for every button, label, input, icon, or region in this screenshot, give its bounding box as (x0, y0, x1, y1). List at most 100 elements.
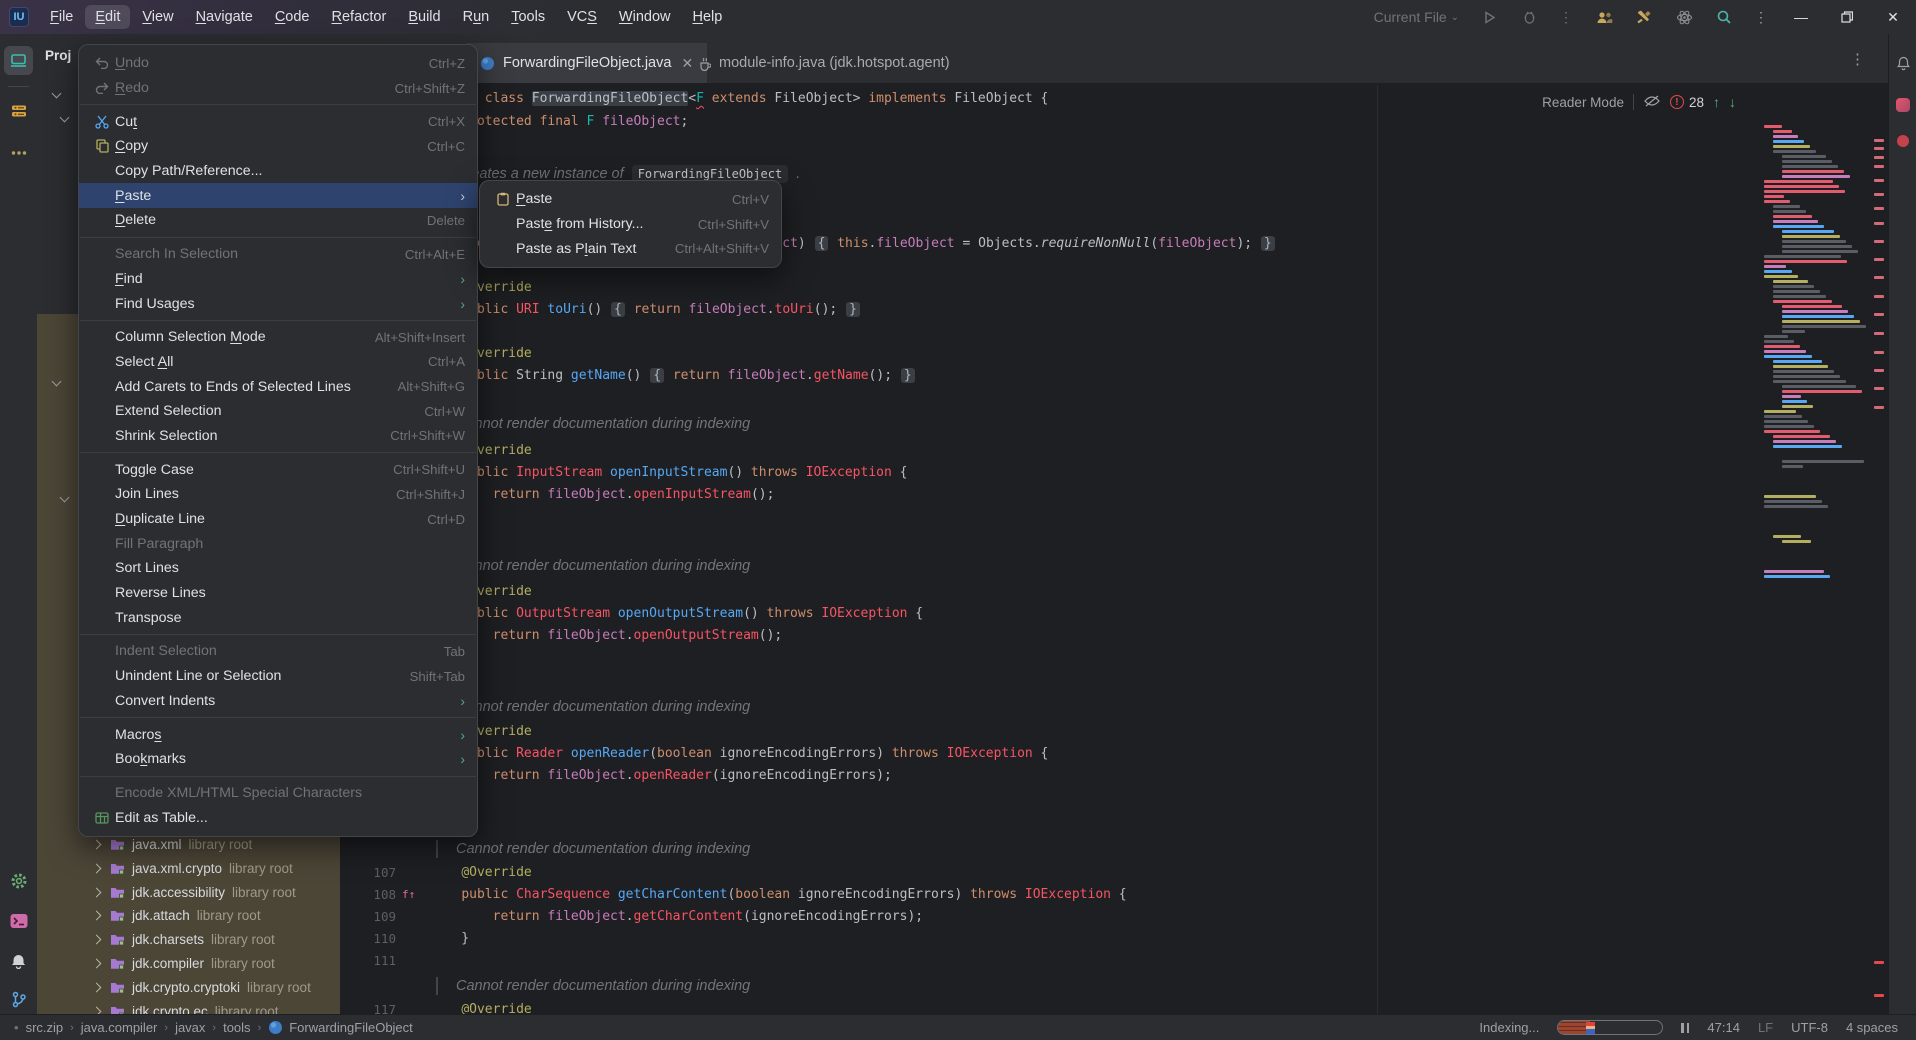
menubar-item-file[interactable]: File (40, 5, 83, 29)
alarm-toolwindow-icon[interactable] (4, 946, 33, 975)
tree-collapse-chevron[interactable] (92, 839, 102, 849)
menubar-item-code[interactable]: Code (265, 5, 320, 29)
edit-menu-item-reverse-lines[interactable]: Reverse Lines (79, 581, 477, 606)
menubar-item-tools[interactable]: Tools (501, 5, 555, 29)
project-toolwindow-icon[interactable] (4, 46, 33, 75)
git-toolwindow-icon[interactable] (4, 985, 33, 1014)
edit-menu-item-extend-selection[interactable]: Extend SelectionCtrl+W (79, 399, 477, 424)
indexing-progress-bar[interactable] (1557, 1020, 1663, 1035)
edit-menu-item-copy-path-reference...[interactable]: Copy Path/Reference... (79, 159, 477, 184)
commit-toolwindow-icon[interactable] (4, 96, 33, 125)
caret-position[interactable]: 47:14 (1707, 1020, 1740, 1035)
edit-menu-item-copy[interactable]: CopyCtrl+C (79, 134, 477, 159)
paste-submenu-item-paste[interactable]: PasteCtrl+V (480, 187, 781, 212)
line-number[interactable]: 111 (340, 950, 396, 972)
window-restore-button[interactable] (1824, 0, 1870, 34)
doc-comment-line[interactable]: Cannot render documentation during index… (436, 838, 750, 860)
tree-collapse-chevron[interactable] (92, 863, 102, 873)
code-line[interactable]: public OutputStream openOutputStream() t… (430, 603, 923, 625)
menubar-item-edit[interactable]: Edit (85, 5, 130, 29)
tree-collapse-chevron[interactable] (92, 934, 102, 944)
code-line[interactable]: public URI toUri() { return fileObject.t… (430, 299, 861, 321)
edit-menu-item-column-selection-mode[interactable]: Column Selection ModeAlt+Shift+Insert (79, 325, 477, 350)
encoding-indicator[interactable]: UTF-8 (1791, 1020, 1828, 1035)
edit-menu-item-macros[interactable]: Macros› (79, 722, 477, 747)
run-more-icon[interactable]: ⋮ (1559, 9, 1574, 26)
code-line[interactable]: public String getName() { return fileObj… (430, 365, 916, 387)
menubar-item-build[interactable]: Build (398, 5, 450, 29)
edit-menu-item-join-lines[interactable]: Join LinesCtrl+Shift+J (79, 482, 477, 507)
search-everywhere-icon[interactable] (1713, 9, 1735, 25)
code-line[interactable]: public CharSequence getCharContent(boole… (430, 884, 1127, 906)
edit-menu-item-bookmarks[interactable]: Bookmarks› (79, 747, 477, 772)
tab-options-icon[interactable]: ⋮ (1850, 50, 1866, 68)
plugin-atom-icon[interactable] (1673, 9, 1695, 26)
indent-indicator[interactable]: 4 spaces (1846, 1020, 1898, 1035)
menubar-item-window[interactable]: Window (609, 5, 681, 29)
line-number[interactable]: 107 (340, 862, 396, 884)
code-line[interactable]: } (430, 928, 469, 950)
error-stripe-scrollbar[interactable] (1874, 125, 1886, 1014)
problems-indicator-icon[interactable] (1894, 132, 1912, 150)
tree-collapse-chevron[interactable] (92, 887, 102, 897)
edit-menu-item-add-carets-to-ends-of-selected-lines[interactable]: Add Carets to Ends of Selected LinesAlt+… (79, 374, 477, 399)
edit-menu-item-sort-lines[interactable]: Sort Lines (79, 556, 477, 581)
code-line[interactable]: public class ForwardingFileObject<F exte… (430, 88, 1048, 110)
tree-collapse-chevron[interactable] (92, 1006, 102, 1014)
edit-menu-item-find-usages[interactable]: Find Usages› (79, 291, 477, 316)
tree-item-java.xml.crypto[interactable]: java.xml.cryptolibrary root (37, 856, 340, 880)
line-ending-indicator[interactable]: LF (1758, 1020, 1773, 1035)
run-config-selector[interactable]: Current File ⌄ (1374, 9, 1459, 25)
tree-expand-chevron[interactable] (60, 113, 70, 123)
overriding-method-gutter-icon[interactable]: f↑ (402, 884, 415, 906)
code-line[interactable]: public Reader openReader(boolean ignoreE… (430, 743, 1048, 765)
minimap[interactable] (1764, 125, 1870, 645)
notifications-bell-icon[interactable] (1894, 54, 1912, 72)
tree-expand-chevron[interactable] (52, 89, 62, 99)
code-line[interactable]: return fileObject.openInputStream(); (430, 484, 774, 506)
tree-collapse-chevron[interactable] (92, 982, 102, 992)
code-with-me-icon[interactable] (1593, 10, 1615, 25)
edit-menu-item-unindent-line-or-selection[interactable]: Unindent Line or SelectionShift+Tab (79, 664, 477, 689)
edit-menu-item-select-all[interactable]: Select AllCtrl+A (79, 350, 477, 375)
pause-indexing-icon[interactable] (1681, 1023, 1689, 1033)
tree-item-jdk.compiler[interactable]: jdk.compilerlibrary root (37, 951, 340, 975)
edit-menu-item-convert-indents[interactable]: Convert Indents› (79, 689, 477, 714)
edit-menu-item-paste[interactable]: Paste› (79, 183, 477, 208)
edit-menu-item-find[interactable]: Find› (79, 267, 477, 292)
doc-comment-line[interactable]: Cannot render documentation during index… (436, 413, 750, 435)
window-close-button[interactable]: ✕ (1870, 0, 1916, 34)
doc-comment-line[interactable]: Cannot render documentation during index… (436, 975, 750, 997)
code-line[interactable]: public InputStream openInputStream() thr… (430, 462, 907, 484)
breadcrumb-item-src.zip[interactable]: src.zip (26, 1020, 64, 1035)
edit-menu-item-shrink-selection[interactable]: Shrink SelectionCtrl+Shift+W (79, 424, 477, 449)
line-number[interactable]: 110 (340, 928, 396, 950)
code-line[interactable]: @Override (430, 862, 532, 884)
line-number[interactable]: 117 (340, 999, 396, 1014)
paste-submenu-item-paste-from-history...[interactable]: Paste from History...Ctrl+Shift+V (480, 212, 781, 237)
code-line[interactable]: @Override (430, 999, 532, 1014)
edit-menu-item-cut[interactable]: CutCtrl+X (79, 109, 477, 134)
tree-collapse-chevron[interactable] (92, 910, 102, 920)
doc-comment-line[interactable]: Cannot render documentation during index… (436, 555, 750, 577)
more-toolwindows-icon[interactable] (4, 138, 33, 167)
edit-menu-item-toggle-case[interactable]: Toggle CaseCtrl+Shift+U (79, 457, 477, 482)
line-number[interactable]: 108 (340, 884, 396, 906)
editor-tab-module-info.java-jdk.hotspot.agent[interactable]: module-info.java (jdk.hotspot.agent) (684, 43, 964, 83)
edit-menu-item-edit-as-table...[interactable]: Edit as Table... (79, 805, 477, 830)
tree-item-jdk.crypto.cryptoki[interactable]: jdk.crypto.cryptokilibrary root (37, 975, 340, 999)
breadcrumb-item-java.compiler[interactable]: java.compiler (81, 1020, 158, 1035)
tree-item-jdk.charsets[interactable]: jdk.charsetslibrary root (37, 927, 340, 951)
line-number[interactable]: 109 (340, 906, 396, 928)
breadcrumb-item-tools[interactable]: tools (223, 1020, 250, 1035)
menubar-item-refactor[interactable]: Refactor (322, 5, 397, 29)
edit-menu-item-transpose[interactable]: Transpose (79, 605, 477, 630)
menubar-item-navigate[interactable]: Navigate (186, 5, 263, 29)
edit-menu-item-delete[interactable]: DeleteDelete (79, 208, 477, 233)
code-line[interactable]: return fileObject.openReader(ignoreEncod… (430, 765, 892, 787)
ai-assistant-icon[interactable] (1894, 96, 1912, 114)
code-line[interactable]: return fileObject.openOutputStream(); (430, 625, 782, 647)
menubar-item-run[interactable]: Run (453, 5, 500, 29)
window-minimize-button[interactable]: — (1778, 0, 1824, 34)
editor-tab-forwardingfileobject.java[interactable]: ForwardingFileObject.java✕ (466, 43, 707, 83)
